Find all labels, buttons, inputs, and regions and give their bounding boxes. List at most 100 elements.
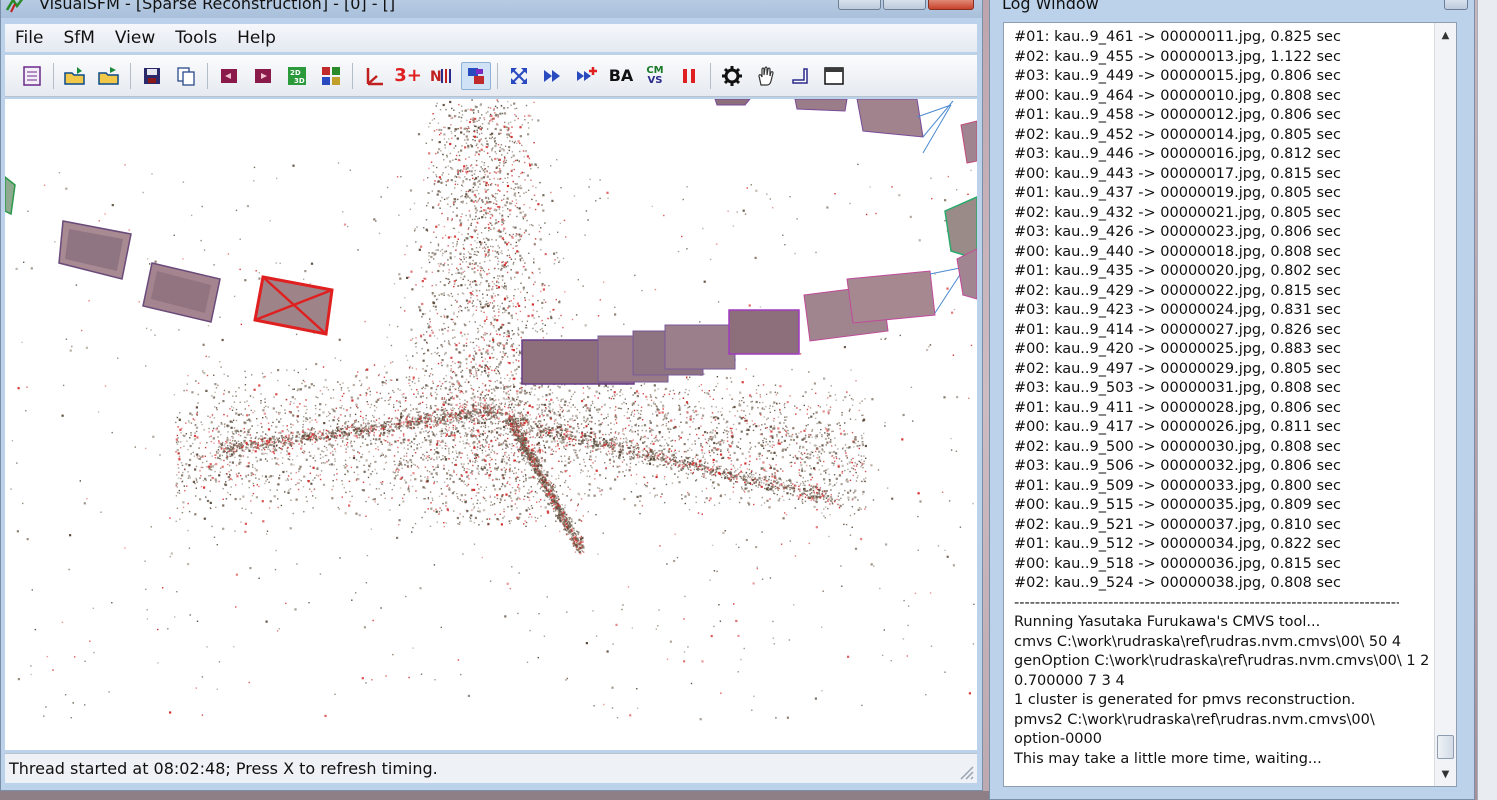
log-line: #00: kau..9_420 -> 00000025.jpg, 0.883 s… [1014,341,1341,357]
compute-missing-match-icon[interactable] [504,62,534,90]
toolbar: 2D 3D 3+ N BA CM VS [5,55,977,97]
log-line: #03: kau..9_503 -> 00000031.jpg, 0.808 s… [1014,380,1341,396]
cmvs-top-label: CM [646,64,664,76]
log-scrollbar[interactable]: ▲ ▼ [1434,23,1456,786]
toolbar-separator [352,62,353,89]
cmvs-icon[interactable]: CM VS [640,62,670,90]
log-line: option-0000 [1014,731,1102,747]
3plus-icon[interactable]: 3+ [393,62,423,90]
axes-icon[interactable] [359,62,389,90]
minimize-button[interactable] [838,0,881,10]
reconstruct-icon[interactable] [538,62,568,90]
log-window-title: Log Window [1002,0,1099,13]
scroll-down-icon[interactable]: ▼ [1435,764,1456,784]
menu-help[interactable]: Help [237,28,276,48]
log-line: #00: kau..9_518 -> 00000036.jpg, 0.815 s… [1014,555,1341,572]
window-title: VisualSFM - [Sparse Reconstruction] - [0… [39,0,396,13]
app-logo-icon [5,0,24,13]
log-line: #02: kau..9_455 -> 00000013.jpg, 1.122 s… [1014,48,1341,65]
close-button[interactable] [928,0,974,10]
log-line: #01: kau..9_411 -> 00000028.jpg, 0.806 s… [1014,399,1341,416]
reconstruction-viewport[interactable] [5,99,977,750]
bundle-adjust-icon[interactable]: BA [606,62,636,90]
log-text-area[interactable]: #01: kau..9_461 -> 00000011.jpg, 0.825 s… [1003,22,1457,787]
log-line: #03: kau..9_446 -> 00000016.jpg, 0.812 s… [1014,146,1341,162]
log-line: #02: kau..9_521 -> 00000037.jpg, 0.810 s… [1014,516,1341,533]
log-line: #00: kau..9_417 -> 00000026.jpg, 0.811 s… [1014,419,1341,435]
hand-icon[interactable] [751,62,781,90]
log-line: #01: kau..9_458 -> 00000012.jpg, 0.806 s… [1014,107,1341,123]
toolbar-separator [207,62,208,89]
new-window-icon[interactable] [17,62,47,90]
log-line: #02: kau..9_429 -> 00000022.jpg, 0.815 s… [1014,282,1341,299]
copy-icon[interactable] [171,62,201,90]
log-line: #01: kau..9_461 -> 00000011.jpg, 0.825 s… [1014,29,1341,45]
menu-tools[interactable]: Tools [175,28,217,48]
camera-frustum [58,220,132,280]
scroll-up-icon[interactable]: ▲ [1435,25,1456,45]
log-line: #00: kau..9_440 -> 00000018.jpg, 0.808 s… [1014,243,1341,260]
point-cloud-canvas[interactable] [5,99,977,750]
log-line: #01: kau..9_512 -> 00000034.jpg, 0.822 s… [1014,536,1341,552]
log-window: Log Window #01: kau..9_461 -> 00000011.j… [989,0,1475,800]
ruler-icon[interactable] [785,62,815,90]
status-bar: Thread started at 08:02:48; Press X to r… [5,753,977,783]
log-line: cmvs C:\work\rudraska\ref\rudras.nvm.cmv… [1014,633,1402,650]
title-bar[interactable]: VisualSFM - [Sparse Reconstruction] - [0… [1,0,982,18]
menu-file[interactable]: File [15,28,43,48]
svg-text:2D: 2D [290,69,301,77]
log-line: #01: kau..9_414 -> 00000027.jpg, 0.826 s… [1014,321,1341,338]
toolbar-separator [710,62,711,89]
log-line: pmvs2 C:\work\rudraska\ref\rudras.nvm.cm… [1014,711,1375,728]
menu-bar: File SfM View Tools Help [5,24,977,52]
failed-camera [253,275,334,336]
scroll-thumb[interactable] [1437,735,1454,759]
log-line: Running Yasutaka Furukawa's CMVS tool... [1014,614,1321,630]
log-lines: #01: kau..9_461 -> 00000011.jpg, 0.825 s… [1014,28,1439,769]
taskbar-edge [0,791,989,800]
camera-frustum [5,176,16,216]
log-line: This may take a little more time, waitin… [1014,750,1322,767]
log-line: 0.700000 7 3 4 [1014,672,1125,689]
menu-view[interactable]: View [115,28,155,48]
toolbar-separator [53,62,54,89]
log-divider: ----------------------------------------… [1014,594,1399,611]
status-text: Thread started at 08:02:48; Press X to r… [9,759,438,778]
next-icon[interactable] [248,62,278,90]
toolbar-separator [130,62,131,89]
log-line: #00: kau..9_443 -> 00000017.jpg, 0.815 s… [1014,165,1341,182]
log-line: #03: kau..9_506 -> 00000032.jpg, 0.806 s… [1014,458,1341,474]
svg-text:N: N [430,69,442,85]
save-icon[interactable] [137,62,167,90]
log-line: #00: kau..9_515 -> 00000035.jpg, 0.809 s… [1014,497,1341,513]
menu-sfm[interactable]: SfM [63,28,94,48]
point-cloud [10,99,975,721]
pause-icon[interactable] [674,62,704,90]
svg-text:3D: 3D [294,77,305,85]
pair-view-icon[interactable] [461,61,491,90]
camera-strip-top [714,99,977,300]
log-line: genOption C:\work\rudraska\ref\rudras.nv… [1014,653,1430,669]
open-folder-icon[interactable] [60,62,90,90]
reconstruct-resume-icon[interactable] [572,62,602,90]
2d-3d-toggle-icon[interactable]: 2D 3D [282,62,312,90]
settings-icon[interactable] [717,62,747,90]
open-multi-folder-icon[interactable] [94,62,124,90]
log-line: #03: kau..9_423 -> 00000024.jpg, 0.831 s… [1014,302,1341,318]
grid-view-icon[interactable] [316,62,346,90]
background-window-edge [1477,0,1497,800]
cmvs-bottom-label: VS [647,74,663,86]
window-icon[interactable] [819,62,849,90]
log-line: #02: kau..9_497 -> 00000029.jpg, 0.805 s… [1014,360,1341,377]
prev-icon[interactable] [214,62,244,90]
match-icon[interactable]: N [427,62,457,90]
log-line: #03: kau..9_449 -> 00000015.jpg, 0.806 s… [1014,68,1341,84]
maximize-button[interactable] [883,0,926,10]
main-window: VisualSFM - [Sparse Reconstruction] - [0… [0,0,983,791]
log-line: #01: kau..9_435 -> 00000020.jpg, 0.802 s… [1014,263,1341,279]
log-line: #01: kau..9_509 -> 00000033.jpg, 0.800 s… [1014,477,1341,494]
log-line: #02: kau..9_452 -> 00000014.jpg, 0.805 s… [1014,126,1341,143]
log-close-button[interactable] [1444,0,1468,10]
toolbar-separator [497,62,498,89]
resize-grip-icon[interactable] [957,763,975,781]
